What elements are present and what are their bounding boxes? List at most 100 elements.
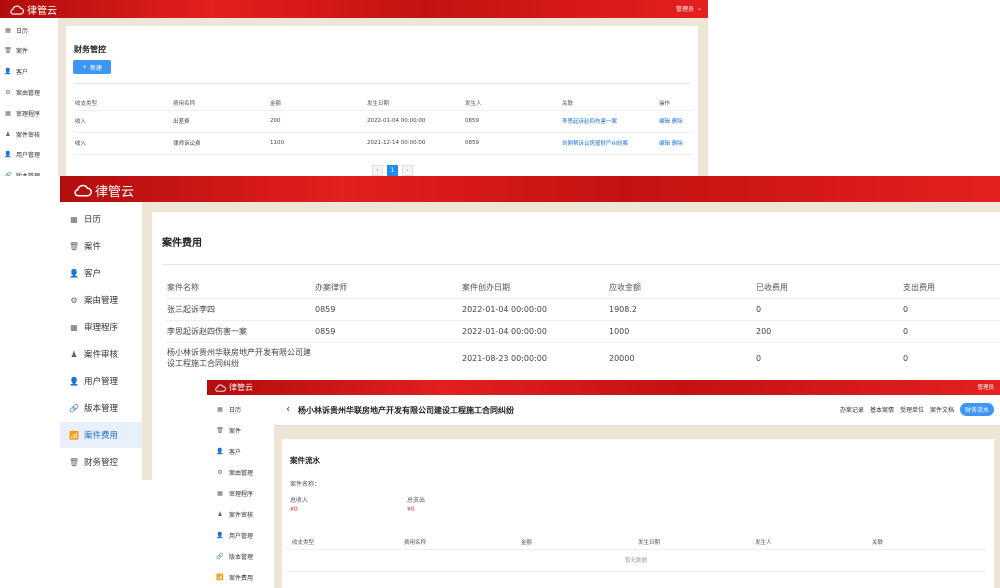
grid-icon: ▦ [217, 405, 223, 413]
sidebar-item-calendar[interactable]: ▦ 日历 [0, 22, 58, 38]
sidebar-item-case-review[interactable]: ♟ 案件审核 [0, 126, 58, 142]
column-header: 发生日期 [638, 539, 661, 546]
edit-link[interactable]: 编辑 [659, 141, 670, 147]
new-button[interactable]: + 新建 [73, 60, 111, 74]
case-flow-card: 案件流水 案件名称： 总收入 ¥0 总支出 ¥0 收支类型 费用名称 金额 发生… [282, 439, 994, 588]
sidebar-item-case-cause[interactable]: ⚙ 案由管理 [207, 464, 274, 480]
cloud-icon [74, 184, 92, 197]
link-icon: 🔗 [69, 403, 79, 413]
sidebar-item-trial-procedure[interactable]: ▦ 审理程序 [207, 485, 274, 501]
total-expense-value: ¥0 [407, 506, 415, 513]
sidebar-item-label: 案由管理 [84, 296, 119, 306]
sidebar-item-case-cause[interactable]: ⚙ 案由管理 [60, 287, 142, 313]
sidebar-item-case-review[interactable]: ♟ 案件审核 [60, 341, 142, 367]
case-fees-table: 案件名称 办案律师 案件创办日期 应收金额 已收费用 支出费用 张三起诉李四 0… [166, 278, 1000, 374]
plus-icon: + [81, 63, 87, 71]
sidebar-item-trial-procedure[interactable]: ▦ 审理程序 [0, 105, 58, 121]
sidebar-item-label: 案由管理 [229, 469, 254, 477]
table-row: 杨小林诉贵州华联房地产开发有限公司建设工程施工合同纠纷 2021-08-23 0… [166, 342, 1000, 374]
delete-link[interactable]: 删除 [672, 141, 683, 147]
tab-case-record[interactable]: 办案记录 [840, 405, 864, 414]
sidebar-item-label: 用户管理 [84, 377, 119, 387]
tab-financial-flow[interactable]: 财务流水 [959, 403, 994, 416]
brand-name: 律管云 [27, 6, 57, 17]
related-case-link[interactable]: 李思起诉赵四伤害一案 [561, 110, 658, 132]
person-icon: ♟ [217, 510, 223, 518]
sidebar-item-clients[interactable]: 👤 客户 [60, 260, 142, 286]
tab-case-docs[interactable]: 案件文档 [930, 405, 954, 414]
case-name-label: 案件名称： [290, 481, 321, 488]
column-header: 发生人 [465, 100, 482, 107]
sidebar-item-case-cause[interactable]: ⚙ 案由管理 [0, 84, 58, 100]
sidebar-item-label: 客户 [16, 69, 29, 77]
sidebar-item-version-management[interactable]: 🔗 版本管理 [207, 548, 274, 564]
user-menu[interactable]: 管理员 [977, 383, 994, 391]
sidebar-item-version-management[interactable]: 🔗 版本管理 [0, 168, 58, 176]
tab-accepting-unit[interactable]: 受理单位 [900, 405, 924, 414]
brand-name: 律管云 [95, 185, 135, 200]
sidebar-item-cases[interactable]: 🗑 案件 [0, 43, 58, 59]
related-case-link[interactable]: 刘刚帮诉讼房屋财产纠纷案 [561, 132, 658, 154]
sidebar-item-case-review[interactable]: ♟ 案件审核 [207, 506, 274, 522]
total-income-label: 总收入 [290, 497, 309, 504]
sidebar-item-label: 案件审核 [16, 131, 41, 139]
edit-link[interactable]: 编辑 [659, 119, 670, 125]
sidebar-item-label: 案件 [229, 427, 242, 435]
sidebar-item-clients[interactable]: 👤 客户 [0, 64, 58, 80]
column-header: 已收费用 [756, 283, 788, 293]
sidebar-item-case-fees[interactable]: 📶 案件费用 [207, 569, 274, 585]
sidebar-item-label: 案件审核 [229, 511, 254, 519]
grid-icon: ▦ [5, 109, 11, 117]
sidebar-item-cases[interactable]: 🗑 案件 [207, 422, 274, 438]
table-row: 收入 出差费 200 2022-01-04 00:00:00 0859 李思起诉… [74, 110, 694, 132]
sidebar: ▦ 日历 🗑 案件 👤 客户 ⚙ 案由管理 ▦ 审理程序 ♟ 案件审核 👤 用户管理 🔗 版本管理 📶 案件费用 🗑… [60, 202, 142, 480]
empty-text: 暂无数据 [624, 558, 647, 564]
person-icon: ♟ [5, 130, 11, 138]
sidebar-item-calendar[interactable]: ▦ 日历 [60, 206, 142, 232]
user-icon: 👤 [216, 447, 224, 455]
divider [162, 264, 1000, 265]
table-header: 案件名称 办案律师 案件创办日期 应收金额 已收费用 支出费用 [166, 278, 1000, 298]
sidebar-item-user-management[interactable]: 👤 用户管理 [60, 368, 142, 394]
sidebar-item-label: 用户管理 [229, 532, 254, 540]
panel-case-flow: 律管云 管理员 ▦ 日历 🗑 案件 👤 客户 ⚙ 案由管理 ▦ 审理程序 ♟ 案件审核 👤 用户管理 🔗 版本… [207, 380, 1000, 588]
sidebar-item-label: 版本管理 [84, 404, 119, 414]
case-tabs: 办案记录 基本案情 受理单位 案件文档 财务流水 [840, 403, 994, 416]
sidebar-item-user-management[interactable]: 👤 用户管理 [207, 527, 274, 543]
cloud-icon [10, 5, 24, 15]
column-header: 应收金额 [609, 283, 641, 293]
prev-page-button[interactable]: ‹ [372, 165, 383, 176]
sidebar-item-case-fees[interactable]: 📶 案件费用 [60, 422, 142, 448]
back-icon[interactable]: ‹ [286, 402, 290, 415]
table-row: 收入 律师诉讼费 1100 2021-12-14 00:00:00 0859 刘… [74, 132, 694, 154]
content-area: ‹ 杨小林诉贵州华联房地产开发有限公司建设工程施工合同纠纷 办案记录 基本案情 … [274, 395, 1000, 588]
sidebar-item-user-management[interactable]: 👤 用户管理 [0, 147, 58, 163]
sidebar-item-clients[interactable]: 👤 客户 [207, 443, 274, 459]
trash-icon: 🗑 [216, 426, 224, 434]
sidebar-item-label: 日历 [16, 27, 29, 35]
table-header: 收支类型 费用名称 金额 发生日期 发生人 关联 操作 [74, 96, 694, 110]
column-header: 金额 [521, 539, 533, 546]
sidebar-item-version-management[interactable]: 🔗 版本管理 [60, 395, 142, 421]
tab-basic-info[interactable]: 基本案情 [870, 405, 894, 414]
empty-row: 暂无数据 [286, 549, 986, 571]
sidebar-item-label: 版本管理 [229, 553, 254, 561]
gear-icon: ⚙ [70, 295, 78, 305]
top-bar: 律管云 [60, 176, 1000, 202]
sidebar-item-finance-control[interactable]: 🗑 财务管控 [60, 449, 142, 475]
trash-icon: 🗑 [4, 47, 12, 55]
page-button[interactable]: 1 [387, 165, 398, 176]
chevron-down-icon: ⌄ [696, 5, 702, 12]
sidebar-item-calendar[interactable]: ▦ 日历 [207, 401, 274, 417]
user-menu[interactable]: 管理员 ⌄ [676, 4, 702, 13]
sidebar-item-cases[interactable]: 🗑 案件 [60, 233, 142, 259]
link-icon: 🔗 [216, 552, 224, 560]
pagination: ‹ 1 › [372, 165, 413, 176]
brand-logo: 律管云 [215, 382, 253, 393]
column-header: 收支类型 [75, 100, 98, 107]
sidebar-item-label: 日历 [84, 215, 102, 225]
sidebar-item-trial-procedure[interactable]: ▦ 审理程序 [60, 314, 142, 340]
trash-icon: 🗑 [68, 241, 80, 251]
next-page-button[interactable]: › [402, 165, 413, 176]
delete-link[interactable]: 删除 [672, 119, 683, 125]
